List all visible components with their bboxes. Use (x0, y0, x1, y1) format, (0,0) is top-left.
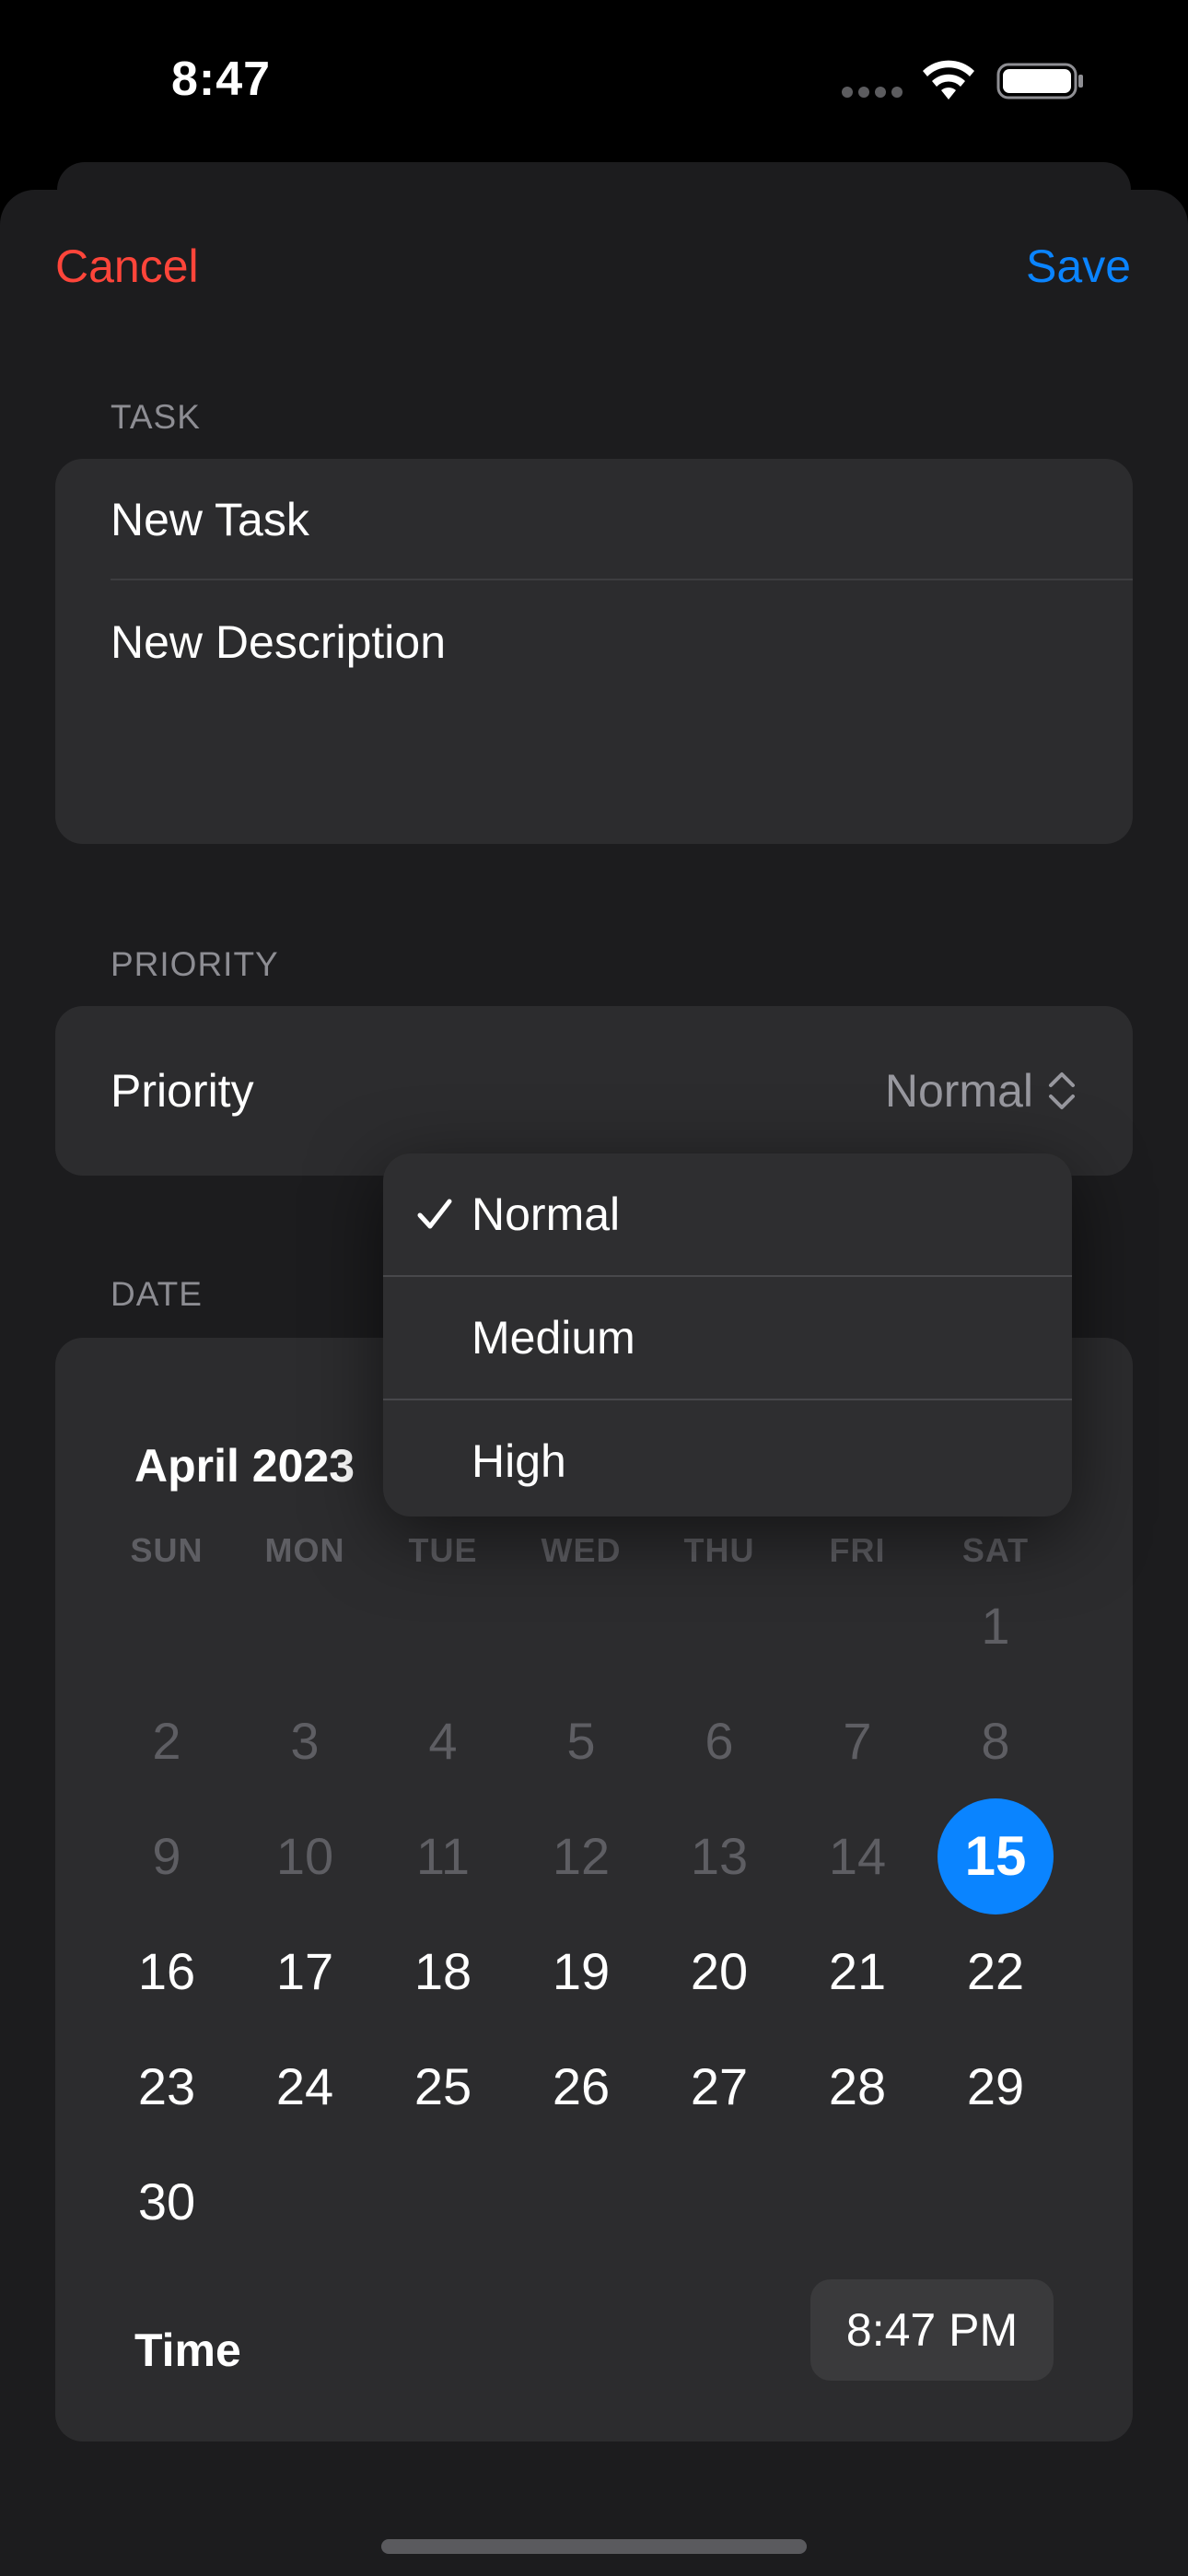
calendar-day[interactable]: 17 (236, 1914, 374, 2029)
calendar-day[interactable]: 5 (512, 1683, 650, 1798)
calendar-day[interactable]: 13 (650, 1798, 788, 1914)
calendar-day[interactable]: 8 (926, 1683, 1065, 1798)
checkmark-icon (417, 1199, 452, 1229)
wifi-icon (923, 60, 974, 100)
calendar-day[interactable]: 9 (98, 1798, 236, 1914)
weekday-label: THU (683, 1531, 755, 1569)
weekday-label: FRI (829, 1531, 886, 1569)
calendar-day[interactable]: 25 (374, 2029, 512, 2144)
calendar-day[interactable]: 30 (98, 2144, 236, 2259)
calendar-day[interactable]: 3 (236, 1683, 374, 1798)
calendar-day[interactable]: 23 (98, 2029, 236, 2144)
time-picker-button[interactable]: 8:47 PM (810, 2279, 1054, 2381)
battery-icon (996, 63, 1083, 100)
menu-item-high[interactable]: High (383, 1400, 1072, 1516)
save-button[interactable]: Save (1026, 240, 1131, 293)
home-indicator[interactable] (381, 2539, 807, 2554)
cancel-button[interactable]: Cancel (55, 240, 199, 293)
menu-item-medium[interactable]: Medium (383, 1277, 1072, 1399)
weekday-label: TUE (408, 1531, 478, 1569)
task-group: New Task New Description (55, 459, 1133, 844)
task-section-header: TASK (111, 398, 201, 436)
calendar-day[interactable]: 11 (374, 1798, 512, 1914)
priority-label: Priority (111, 1065, 254, 1117)
status-time: 8:47 (171, 53, 272, 106)
weekday-label: WED (541, 1531, 622, 1569)
calendar-day[interactable]: 2 (98, 1683, 236, 1798)
calendar-day[interactable]: 7 (788, 1683, 926, 1798)
priority-value: Normal (884, 1065, 1033, 1117)
date-section-header: DATE (111, 1275, 203, 1313)
priority-section-header: PRIORITY (111, 945, 279, 983)
weekday-label: MON (264, 1531, 345, 1569)
task-description-field[interactable]: New Description (111, 615, 446, 669)
calendar-day[interactable]: 20 (650, 1914, 788, 2029)
calendar-day[interactable]: 28 (788, 2029, 926, 2144)
priority-menu: Normal Medium High (383, 1153, 1072, 1516)
cellular-icon (842, 87, 903, 98)
calendar-day[interactable]: 22 (926, 1914, 1065, 2029)
time-label: Time (134, 2324, 241, 2376)
chevron-up-down-icon (1049, 1072, 1075, 1109)
calendar-day[interactable]: 26 (512, 2029, 650, 2144)
divider (111, 579, 1133, 580)
calendar-day[interactable]: 21 (788, 1914, 926, 2029)
menu-item-label: Normal (472, 1188, 621, 1240)
calendar-day[interactable]: 27 (650, 2029, 788, 2144)
menu-item-label: Medium (472, 1312, 635, 1364)
priority-picker[interactable]: Normal (885, 1006, 1077, 1176)
calendar-day[interactable]: 10 (236, 1798, 374, 1914)
calendar-grid: 1 2 3 4 5 6 7 8 9 10 11 12 13 14 15 16 1… (98, 1568, 1065, 2259)
screen: 8:47 Cancel Save TASK New Task New Descr… (0, 0, 1188, 2576)
task-title-field[interactable]: New Task (111, 459, 1133, 580)
calendar-day[interactable]: 24 (236, 2029, 374, 2144)
calendar-day[interactable]: 16 (98, 1914, 236, 2029)
calendar-day-selected[interactable]: 15 (926, 1797, 1065, 1914)
calendar-day[interactable]: 19 (512, 1914, 650, 2029)
calendar-day[interactable]: 14 (788, 1798, 926, 1914)
priority-row[interactable]: Priority Normal (55, 1006, 1133, 1176)
weekday-header: SUN MON TUE WED THU FRI SAT (98, 1531, 1065, 1570)
calendar-day[interactable]: 12 (512, 1798, 650, 1914)
menu-item-normal[interactable]: Normal (383, 1153, 1072, 1275)
weekday-label: SUN (130, 1531, 204, 1569)
month-year-label[interactable]: April 2023 (134, 1439, 355, 1493)
calendar-day past[interactable]: 1 (926, 1568, 1065, 1683)
calendar-day[interactable]: 29 (926, 2029, 1065, 2144)
calendar-day[interactable]: 18 (374, 1914, 512, 2029)
calendar-day[interactable]: 4 (374, 1683, 512, 1798)
calendar-day[interactable]: 6 (650, 1683, 788, 1798)
weekday-label: SAT (961, 1531, 1030, 1569)
menu-item-label: High (472, 1435, 566, 1487)
